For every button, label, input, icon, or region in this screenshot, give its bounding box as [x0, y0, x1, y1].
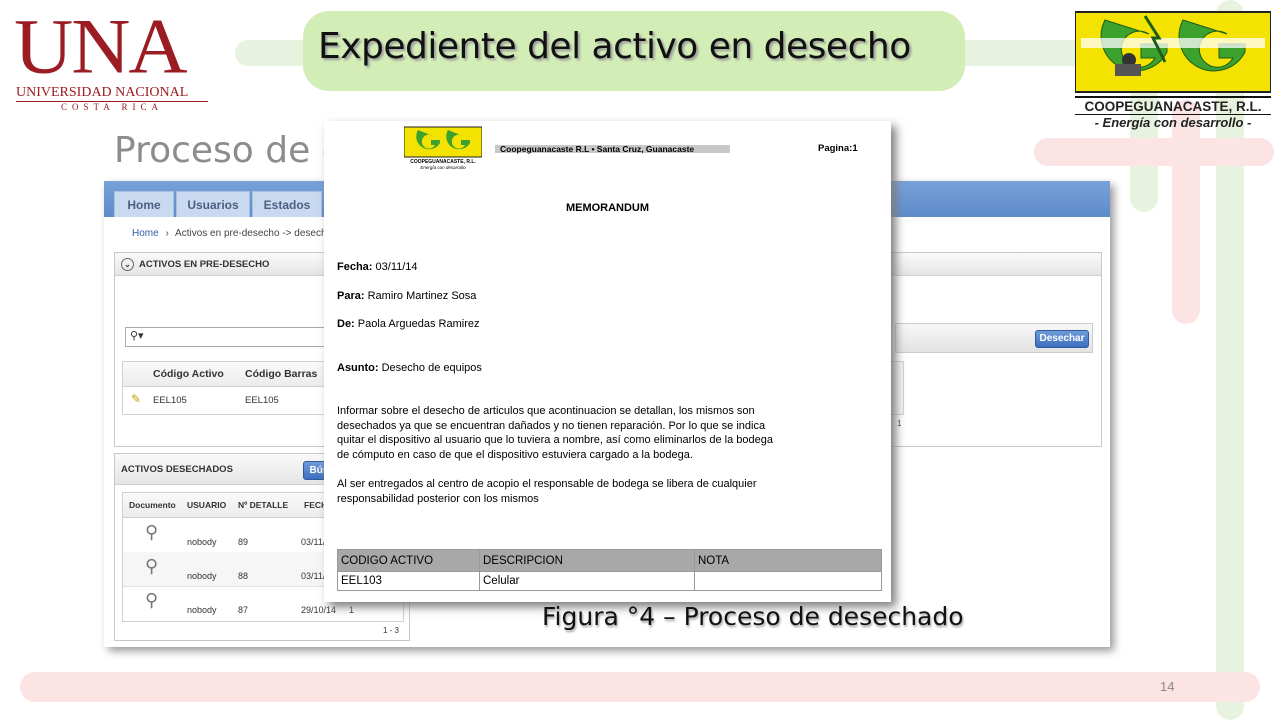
memo-para: Para: Ramiro Martinez Sosa: [337, 290, 476, 302]
cell-usuario: nobody: [187, 571, 217, 581]
search-input[interactable]: ⚲▾: [125, 327, 337, 347]
region2-pagination: 1 - 3: [383, 626, 400, 635]
slide-number: 14: [1160, 679, 1175, 694]
memo-page-label: Pagina:: [818, 143, 853, 154]
breadcrumb-separator: ›: [165, 228, 169, 239]
region1-pagination: 1: [897, 419, 902, 428]
memo-logo: COOPEGUANACASTE, R.L. Energía con desarr…: [404, 125, 482, 173]
magnifier-icon[interactable]: ⚲: [145, 590, 161, 610]
collapse-icon[interactable]: ⌄: [121, 258, 134, 271]
memo-table: CODIGO ACTIVO DESCRIPCION NOTA EEL103 Ce…: [337, 549, 882, 591]
memo-logo-tagline: Energía con desarrollo: [420, 165, 466, 170]
region-desechados-title: ACTIVOS DESECHADOS: [121, 464, 233, 475]
memo-paragraph-line: desechados ya que se encuentran dañados …: [337, 419, 766, 432]
coope-logo: COOPEGUANACASTE, R.L. - Energía con desa…: [1075, 8, 1271, 132]
memo-paragraph-line: Al ser entregados al centro de acopio el…: [337, 478, 757, 490]
cell-detalle: 88: [238, 571, 249, 581]
una-logo-line1: UNIVERSIDAD NACIONAL: [16, 85, 208, 102]
region-pre-desecho-title: ACTIVOS EN PRE-DESECHO: [139, 259, 270, 270]
memo-paragraph-line: quitar el dispositivo al usuario que lo …: [337, 434, 773, 446]
memo-col-descripcion: DESCRIPCION: [479, 549, 695, 572]
memo-title: MEMORANDUM: [565, 202, 650, 214]
memo-asunto-value: Desecho de equipos: [381, 362, 482, 374]
memo-table-header: CODIGO ACTIVO DESCRIPCION NOTA: [337, 549, 882, 572]
memo-table-row: EEL103 Celular: [337, 571, 882, 591]
breadcrumb-current: Activos en pre-desecho -> desecho: [175, 228, 333, 239]
una-logo-letters: UNA: [14, 3, 188, 90]
desechar-button[interactable]: Desechar: [1035, 330, 1089, 348]
memo-col-codigo: CODIGO ACTIVO: [337, 549, 480, 572]
una-logo: UNA UNIVERSIDAD NACIONAL COSTA RICA: [0, 0, 220, 120]
decor-bar-pink-bottom: [20, 672, 1260, 702]
col-codigo-activo[interactable]: Código Activo: [153, 368, 224, 380]
memo-para-value: Ramiro Martinez Sosa: [367, 290, 477, 302]
memo-cell-descripcion: Celular: [479, 571, 695, 591]
col-detalle[interactable]: Nº DETALLE: [238, 500, 288, 510]
coope-logo-name: COOPEGUANACASTE, R.L.: [1075, 96, 1271, 114]
edit-icon[interactable]: ✎: [131, 392, 141, 406]
memo-para-label: Para:: [337, 290, 365, 302]
cell-usuario: nobody: [187, 605, 217, 615]
memo-asunto: Asunto: Desecho de equipos: [337, 362, 482, 374]
memo-cell-nota: [694, 571, 882, 591]
cell-codigo-activo: EEL105: [153, 395, 187, 406]
memo-fecha-label: Fecha:: [337, 261, 373, 273]
figure-caption: Figura °4 – Proceso de desechado: [542, 602, 964, 631]
tab-home[interactable]: Home: [114, 191, 174, 217]
col-usuario[interactable]: USUARIO: [187, 500, 226, 510]
memo-logo-emblem: [404, 126, 482, 158]
memo-de-label: De:: [337, 318, 355, 330]
col-documento[interactable]: Documento: [129, 500, 176, 510]
section-heading: Proceso de d: [114, 130, 345, 171]
una-logo-line2: COSTA RICA: [60, 102, 164, 112]
memo-paragraph-line: responsabilidad posterior con los mismos: [337, 492, 539, 505]
memo-cell-codigo: EEL103: [337, 571, 480, 591]
decor-bar-pink-right: [1034, 138, 1274, 166]
cell-codigo-barras: EEL105: [245, 395, 279, 406]
memo-fecha-value: 03/11/14: [375, 261, 418, 273]
memo-paragraph-1: Informar sobre el desecho de articulos q…: [337, 404, 827, 462]
cell-usuario: nobody: [187, 537, 217, 547]
tab-usuarios[interactable]: Usuarios: [176, 191, 250, 217]
memo-de-value: Paola Arguedas Ramirez: [357, 318, 480, 330]
slide-title: Expediente del activo en desecho: [318, 26, 911, 67]
memo-asunto-label: Asunto:: [337, 362, 379, 374]
memo-paragraph-line: Informar sobre el desecho de articulos q…: [337, 405, 755, 417]
memo-de: De: Paola Arguedas Ramirez: [337, 318, 479, 330]
memo-document: COOPEGUANACASTE, R.L. Energía con desarr…: [324, 121, 891, 602]
magnifier-icon[interactable]: ⚲: [145, 556, 161, 576]
memo-page: Pagina:1: [818, 143, 858, 154]
magnifier-icon[interactable]: ⚲: [145, 522, 161, 542]
memo-paragraph-line: de cómputo en caso de que el dispositivo…: [337, 448, 693, 461]
memo-header-text: Coopeguanacaste R.L • Santa Cruz, Guanac…: [500, 144, 695, 154]
memo-fecha: Fecha: 03/11/14: [337, 261, 418, 273]
tab-estados[interactable]: Estados: [252, 191, 322, 217]
memo-header: Coopeguanacaste R.L • Santa Cruz, Guanac…: [495, 145, 730, 153]
coope-logo-emblem: [1075, 11, 1271, 93]
cell-detalle: 89: [238, 537, 249, 547]
memo-page-value: 1: [852, 143, 858, 154]
search-icon: ⚲▾: [130, 330, 144, 342]
memo-paragraph-2: Al ser entregados al centro de acopio el…: [337, 477, 827, 506]
cell-extra: 1: [349, 605, 355, 615]
decor-bar-pink-vertical: [1172, 100, 1200, 324]
cell-fecha: 03/11/: [301, 537, 326, 547]
region-pre-desecho-table: Código Activo Código Barras ✎ EEL105 EEL…: [122, 361, 336, 415]
breadcrumb: Home › Activos en pre-desecho -> desecho: [132, 228, 332, 239]
cell-fecha: 03/11/: [301, 571, 326, 581]
coope-logo-tagline: - Energía con desarrollo -: [1075, 114, 1271, 130]
memo-col-nota: NOTA: [694, 549, 882, 572]
breadcrumb-home[interactable]: Home: [132, 228, 159, 239]
table-edge-right: [891, 361, 904, 415]
cell-detalle: 87: [238, 605, 249, 615]
cell-fecha: 29/10/14: [301, 605, 337, 615]
col-codigo-barras[interactable]: Código Barras: [245, 368, 317, 380]
